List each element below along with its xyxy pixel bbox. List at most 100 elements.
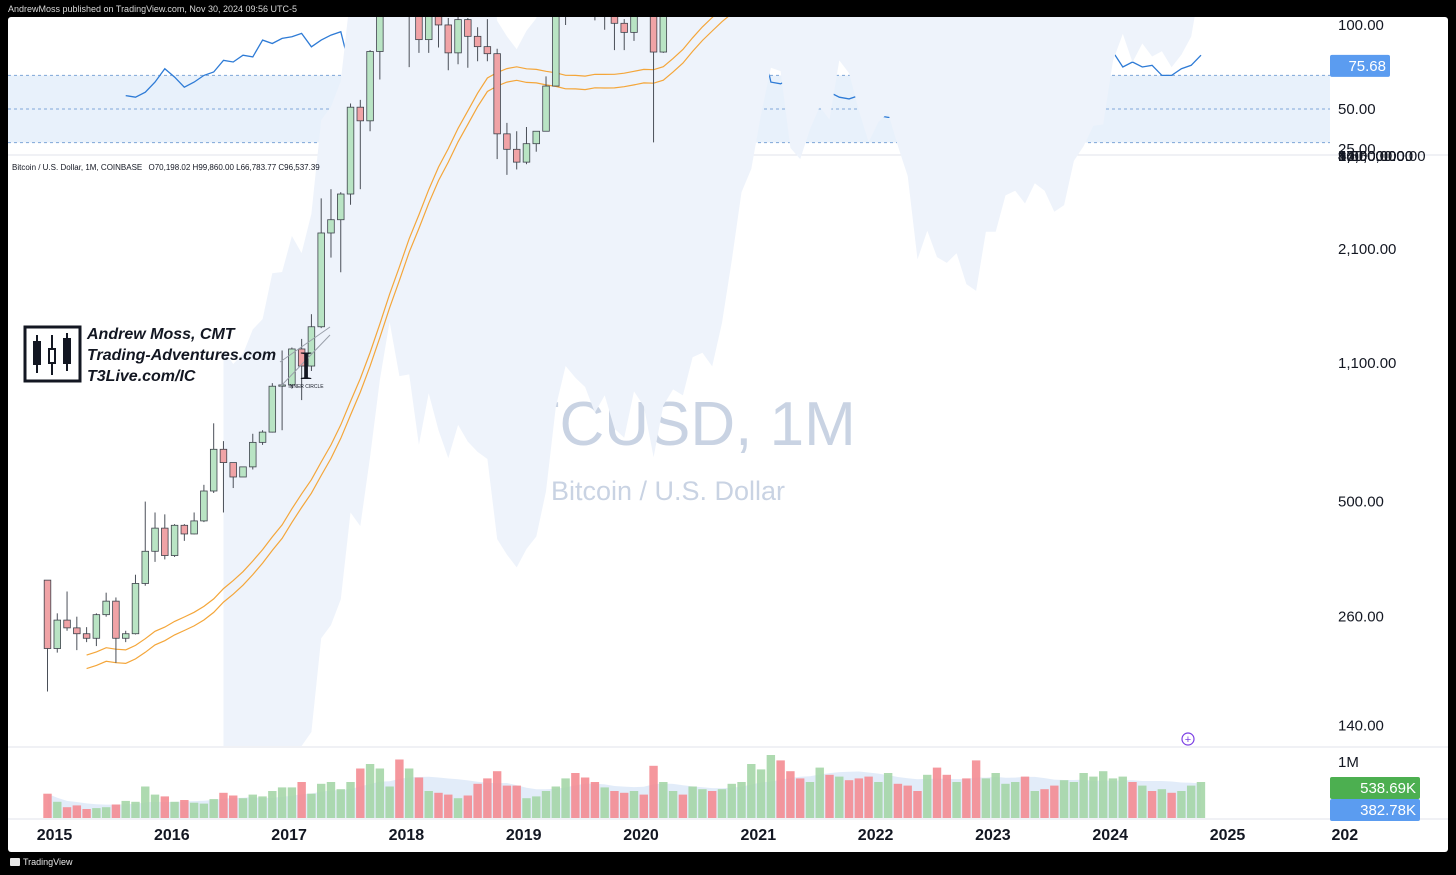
candle-up[interactable]: [122, 630, 130, 643]
candle-body: [503, 133, 511, 150]
volume-bar: [1011, 782, 1020, 818]
candle-body: [141, 550, 149, 584]
candle-down[interactable]: [73, 616, 81, 651]
candle-up[interactable]: [209, 423, 218, 493]
volume-bar: [541, 791, 551, 818]
volume-bar: [756, 769, 766, 818]
candle-body: [170, 524, 179, 556]
price-tick-label: 2,100.00: [1338, 241, 1396, 258]
candle-down[interactable]: [112, 597, 120, 663]
volume-bar: [1020, 776, 1030, 818]
volume-bar: [189, 802, 199, 818]
volume-ma-badge: 382.78K: [1360, 802, 1416, 819]
volume-bar: [297, 782, 306, 818]
volume-bar: [903, 785, 912, 818]
candle-up[interactable]: [151, 512, 159, 562]
candle-body: [454, 19, 462, 54]
chart-canvas[interactable]: 100.0050.0025.0075.68 BTCUSD, 1M Bitcoin…: [8, 17, 1448, 852]
candle-up[interactable]: [346, 103, 355, 205]
volume-bar: [101, 807, 111, 818]
candle-down[interactable]: [43, 579, 52, 692]
candle-up[interactable]: [190, 512, 198, 535]
candle-body: [63, 619, 71, 629]
volume-bar: [1138, 785, 1147, 818]
price-tick-label: 4,500.00: [1338, 148, 1396, 165]
volume-bar: [981, 778, 991, 818]
year-tick-label: 2018: [389, 827, 425, 844]
candle-body: [464, 19, 472, 37]
volume-bar: [854, 778, 864, 818]
candle-up[interactable]: [131, 574, 140, 635]
candle-body: [659, 17, 668, 53]
volume-bar: [883, 773, 893, 818]
volume-bar: [375, 768, 385, 818]
volume-bar: [53, 801, 62, 818]
price-axis: 1,000,000.00500,000.00140,000.0035,000.0…: [1338, 148, 1426, 735]
candle-body: [532, 130, 540, 145]
candle-up[interactable]: [258, 430, 267, 445]
candle-down[interactable]: [82, 627, 91, 643]
volume-bar: [170, 801, 179, 818]
volume-bar: [356, 768, 365, 818]
chart-panel[interactable]: 100.00 50.00 25.00 75.68 BTCUSD, 1M Bitcoin…: [8, 17, 1448, 852]
volume-bar: [1128, 782, 1137, 818]
candle-body: [43, 579, 52, 649]
author-link: T3Live.com/IC: [87, 368, 196, 385]
volume-bar: [287, 787, 297, 818]
candle-body: [180, 524, 189, 535]
candle-body: [317, 232, 325, 328]
volume-bar: [131, 801, 140, 818]
volume-bar: [610, 791, 619, 818]
volume-bar: [395, 759, 404, 818]
volume-bar: [473, 783, 482, 818]
candle-up[interactable]: [53, 613, 61, 653]
candle-up[interactable]: [102, 592, 110, 617]
volume-bar: [864, 776, 873, 818]
add-alert-icon-glyph: +: [1185, 734, 1191, 746]
candle-up[interactable]: [141, 501, 149, 586]
watermark-name: Bitcoin / U.S. Dollar: [551, 476, 785, 506]
candle-up[interactable]: [552, 17, 560, 87]
candle-body: [249, 441, 257, 468]
volume-bar: [737, 782, 746, 818]
candle-up[interactable]: [200, 484, 208, 523]
volume-bar: [268, 791, 277, 818]
candle-down[interactable]: [161, 514, 169, 560]
rsi-tick-label: 50.00: [1338, 101, 1376, 118]
volume-pane: 1M538.69K 382.78K: [43, 754, 1420, 821]
volume-bar: [805, 782, 815, 818]
time-axis: 2015 2016 2017 2018 2019 2020 2021 2022 2023 2024…: [37, 827, 1359, 844]
volume-bar: [199, 803, 209, 818]
volume-bar: [248, 794, 257, 818]
legend-symbol: Bitcoin / U.S. Dollar, 1M, COINBASE: [12, 163, 142, 172]
volume-bar: [317, 783, 326, 818]
volume-bar: [942, 774, 951, 818]
volume-bar: [923, 774, 932, 818]
candle-down[interactable]: [180, 524, 189, 541]
candle-up[interactable]: [268, 383, 277, 433]
volume-bar: [1108, 778, 1118, 818]
candle-up[interactable]: [659, 17, 668, 53]
candle-up[interactable]: [366, 50, 374, 132]
candle-body: [434, 17, 443, 26]
candle-body: [219, 448, 228, 463]
year-tick-label: 202: [1331, 827, 1358, 844]
candle-up[interactable]: [239, 466, 247, 478]
volume-bar: [551, 786, 560, 818]
volume-bar: [688, 786, 697, 818]
volume-bar: [844, 780, 854, 818]
year-tick-label: 2019: [506, 827, 542, 844]
volume-bar: [1050, 785, 1059, 818]
volume-bar: [561, 778, 570, 818]
candle-body: [53, 619, 61, 649]
candle-up[interactable]: [170, 524, 179, 557]
tradingview-footer[interactable]: TradingView: [10, 857, 73, 867]
candle-up[interactable]: [92, 613, 101, 647]
volume-bar: [522, 798, 531, 818]
volume-bar: [72, 805, 82, 818]
volume-bar: [971, 760, 981, 818]
candle-down[interactable]: [63, 591, 71, 631]
volume-bar: [180, 800, 189, 818]
year-tick-label: 2022: [858, 827, 894, 844]
candle-body: [444, 24, 452, 54]
